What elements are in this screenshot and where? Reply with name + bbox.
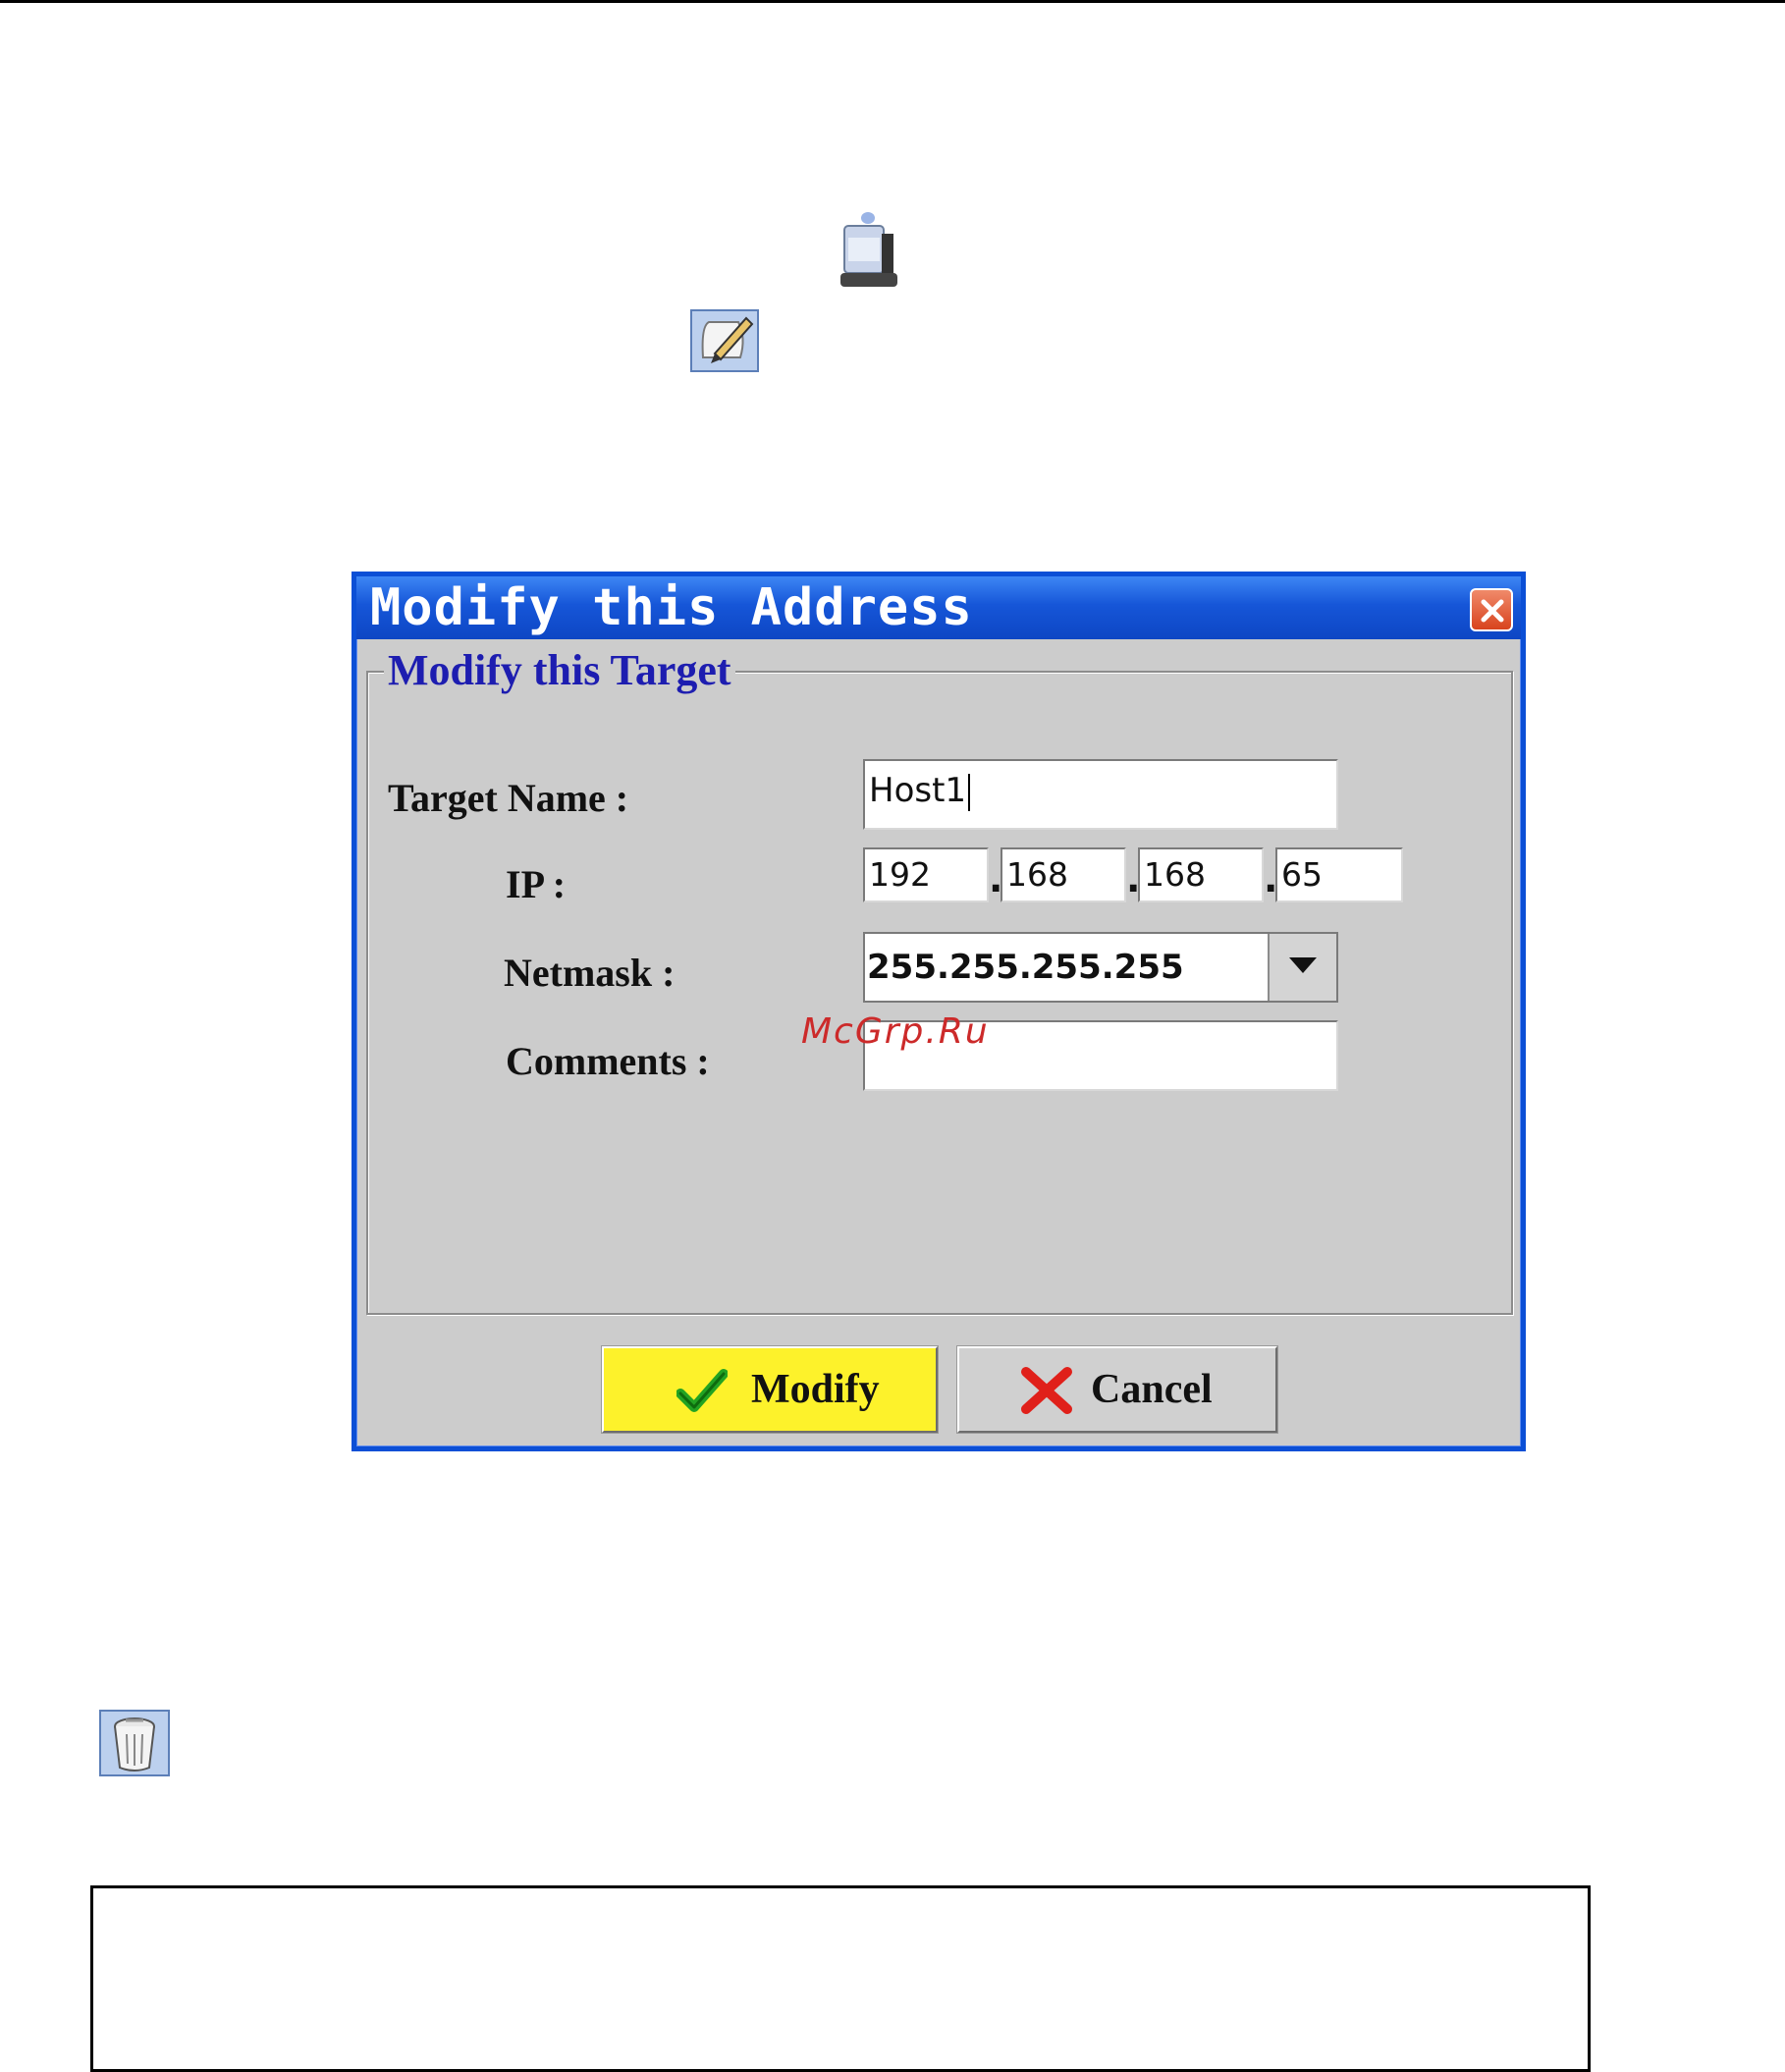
- netmask-label: Netmask :: [504, 951, 676, 995]
- netmask-dropdown-button[interactable]: [1268, 934, 1336, 1001]
- target-name-value: Host1: [869, 771, 967, 810]
- watermark-text: McGrp.Ru: [801, 1011, 990, 1052]
- trash-icon[interactable]: [98, 1709, 171, 1777]
- modify-button[interactable]: Modify: [601, 1345, 939, 1434]
- text-caret: [968, 773, 971, 811]
- ip-octet-4-input[interactable]: 65: [1275, 847, 1403, 902]
- target-name-label: Target Name :: [388, 776, 629, 820]
- modify-button-label: Modify: [751, 1367, 880, 1412]
- netmask-value: 255.255.255.255: [867, 948, 1184, 987]
- ip-octet-2-input[interactable]: 168: [1001, 847, 1126, 902]
- dialog-title: Modify this Address: [370, 578, 973, 637]
- note-box: [90, 1885, 1591, 2072]
- x-icon: [1021, 1367, 1072, 1414]
- comments-label: Comments :: [506, 1039, 710, 1083]
- netmask-select[interactable]: 255.255.255.255: [863, 932, 1338, 1003]
- target-name-input[interactable]: Host1: [863, 759, 1338, 830]
- close-icon: [1481, 599, 1504, 623]
- check-icon: [676, 1369, 728, 1412]
- cancel-button[interactable]: Cancel: [956, 1345, 1278, 1434]
- top-rule: [0, 0, 1785, 3]
- dialog-titlebar[interactable]: Modify this Address: [356, 576, 1521, 639]
- group-title: Modify this Target: [384, 645, 735, 696]
- chevron-down-icon: [1289, 957, 1317, 973]
- ip-octet-3-input[interactable]: 168: [1138, 847, 1264, 902]
- close-button[interactable]: [1470, 588, 1513, 631]
- server-icon: [833, 208, 903, 297]
- edit-icon[interactable]: [689, 308, 760, 373]
- cancel-button-label: Cancel: [1091, 1367, 1213, 1412]
- ip-octet-1-input[interactable]: 192: [863, 847, 989, 902]
- ip-label: IP :: [506, 862, 567, 906]
